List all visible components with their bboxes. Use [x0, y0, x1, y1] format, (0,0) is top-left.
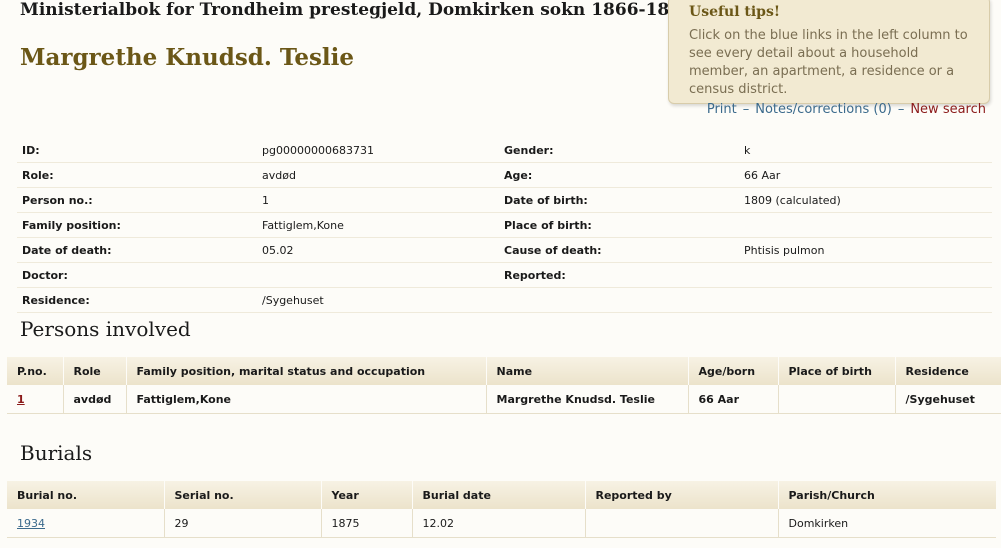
detail-label: ID:	[17, 138, 257, 163]
table-cell: 29	[164, 509, 322, 538]
detail-value	[739, 212, 992, 238]
detail-label: Age:	[499, 162, 739, 188]
detail-value: 66 Aar	[739, 162, 992, 188]
persons-involved-heading: Persons involved	[20, 317, 191, 341]
new-search-link[interactable]: New search	[910, 102, 986, 117]
detail-label: Date of death:	[17, 237, 257, 263]
action-links: Print – Notes/corrections (0) – New search	[707, 102, 986, 117]
person-details-table: ID: pg00000000683731 Gender: k Role: avd…	[17, 138, 992, 313]
column-header: Name	[486, 357, 689, 385]
table-cell: Domkirken	[778, 509, 996, 538]
detail-label: Place of birth:	[499, 212, 739, 238]
column-header: Residence	[895, 357, 1001, 385]
detail-row: Family position: Fattiglem,Kone Place of…	[17, 212, 992, 238]
detail-label: Doctor:	[17, 262, 257, 288]
detail-row: Person no.: 1 Date of birth: 1809 (calcu…	[17, 187, 992, 213]
column-header: P.no.	[7, 357, 64, 385]
column-header: Burial date	[412, 481, 586, 509]
table-cell: 66 Aar	[688, 385, 779, 414]
detail-value	[739, 262, 992, 288]
detail-value: Phtisis pulmon	[739, 237, 992, 263]
print-link[interactable]: Print	[707, 102, 737, 117]
tips-title: Useful tips!	[689, 4, 780, 20]
detail-value	[739, 287, 992, 313]
detail-label: Residence:	[17, 287, 257, 313]
table-cell: avdød	[63, 385, 127, 414]
table-header-row: Burial no. Serial no. Year Burial date R…	[7, 481, 996, 509]
detail-row: ID: pg00000000683731 Gender: k	[17, 138, 992, 163]
column-header: Parish/Church	[778, 481, 996, 509]
table-cell: 1875	[321, 509, 413, 538]
burials-heading: Burials	[20, 441, 93, 465]
column-header: Place of birth	[778, 357, 896, 385]
table-row: 1 avdød Fattiglem,Kone Margrethe Knudsd.…	[7, 385, 1001, 414]
burials-table: Burial no. Serial no. Year Burial date R…	[7, 481, 996, 538]
notes-corrections-link[interactable]: Notes/corrections (0)	[755, 102, 892, 117]
detail-row: Residence: /Sygehuset	[17, 287, 992, 313]
table-cell: Fattiglem,Kone	[126, 385, 487, 414]
detail-label: Family position:	[17, 212, 257, 238]
person-name-heading: Margrethe Knudsd. Teslie	[20, 44, 355, 71]
persons-involved-table: P.no. Role Family position, marital stat…	[7, 357, 1001, 414]
column-header: Family position, marital status and occu…	[126, 357, 487, 385]
table-header-row: P.no. Role Family position, marital stat…	[7, 357, 1001, 385]
detail-row: Doctor: Reported:	[17, 262, 992, 288]
person-number-link[interactable]: 1	[17, 393, 25, 406]
table-cell: /Sygehuset	[895, 385, 1001, 414]
detail-value	[257, 262, 499, 288]
column-header: Serial no.	[164, 481, 322, 509]
detail-value: avdød	[257, 162, 499, 188]
column-header: Burial no.	[7, 481, 165, 509]
detail-value: k	[739, 138, 992, 163]
detail-value: Fattiglem,Kone	[257, 212, 499, 238]
tips-box: Useful tips! Click on the blue links in …	[668, 0, 990, 104]
detail-row: Role: avdød Age: 66 Aar	[17, 162, 992, 188]
detail-label: Gender:	[499, 138, 739, 163]
table-row: 1934 29 1875 12.02 Domkirken	[7, 509, 996, 538]
table-cell	[778, 385, 896, 414]
table-cell	[585, 509, 779, 538]
column-header: Role	[63, 357, 127, 385]
table-cell: 12.02	[412, 509, 586, 538]
detail-label: Cause of death:	[499, 237, 739, 263]
detail-value: 1	[257, 187, 499, 213]
detail-label: Role:	[17, 162, 257, 188]
detail-label	[499, 287, 739, 313]
detail-row: Date of death: 05.02 Cause of death: Pht…	[17, 237, 992, 263]
detail-value: 05.02	[257, 237, 499, 263]
link-separator: –	[742, 102, 750, 117]
detail-label: Reported:	[499, 262, 739, 288]
column-header: Reported by	[585, 481, 779, 509]
detail-label: Date of birth:	[499, 187, 739, 213]
detail-value: 1809 (calculated)	[739, 187, 992, 213]
detail-label: Person no.:	[17, 187, 257, 213]
column-header: Age/born	[688, 357, 779, 385]
table-cell: Margrethe Knudsd. Teslie	[486, 385, 689, 414]
detail-value: pg00000000683731	[257, 138, 499, 163]
table-cell: 1	[7, 385, 64, 414]
burial-number-link[interactable]: 1934	[17, 517, 45, 530]
detail-value: /Sygehuset	[257, 287, 499, 313]
link-separator: –	[897, 102, 905, 117]
tips-text: Click on the blue links in the left colu…	[689, 28, 968, 97]
table-cell: 1934	[7, 509, 165, 538]
column-header: Year	[321, 481, 413, 509]
